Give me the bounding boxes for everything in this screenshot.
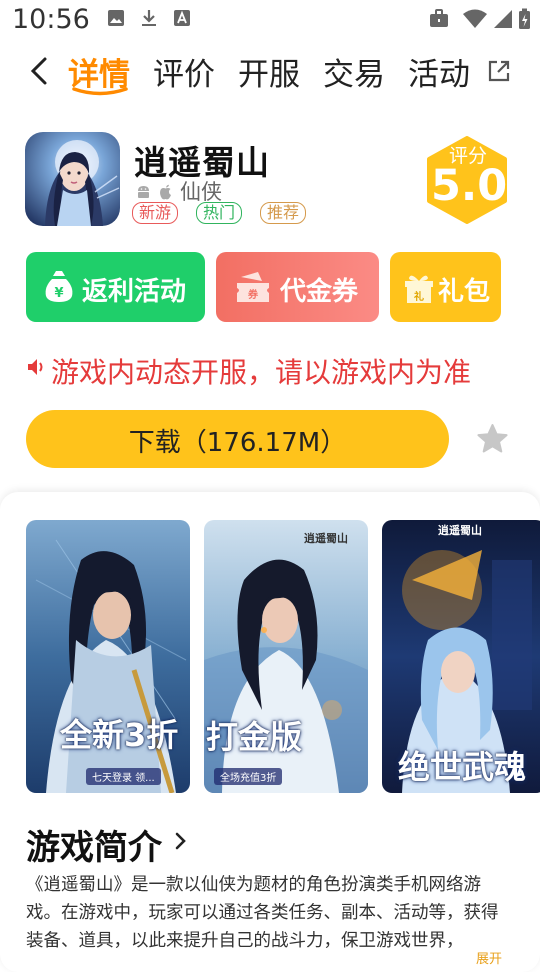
active-tab-indicator (72, 87, 128, 96)
wifi-icon (463, 9, 487, 28)
image-icon (108, 10, 124, 26)
gift-box-icon: 礼 (405, 275, 433, 303)
server-notice: 游戏内动态开服，请以游戏内为准 (51, 356, 472, 389)
share-external-icon[interactable] (487, 59, 511, 83)
chevron-right-icon[interactable] (174, 830, 188, 852)
speaker-icon (28, 359, 43, 375)
svg-text:礼: 礼 (414, 290, 424, 303)
voucher-button[interactable]: 券 代金券 (216, 252, 379, 322)
game-intro-text: 《逍遥蜀山》是一款以仙侠为题材的角色扮演类手机网络游戏。在游戏中，玩家可以通过各… (26, 875, 499, 951)
screenshot-2-logo: 逍遥蜀山 (304, 532, 348, 545)
voucher-label: 代金券 (280, 277, 359, 307)
battery-icon (519, 8, 530, 29)
tag-hot: 热门 (196, 202, 243, 224)
download-button[interactable]: 下载（176.17M） (26, 410, 449, 468)
favorite-star-icon[interactable] (476, 423, 509, 455)
game-intro-title[interactable]: 游戏简介 (26, 820, 162, 869)
game-screenshot-1[interactable]: 全新3折 七天登录 领... (26, 520, 190, 793)
gift-pack-label: 礼包 (438, 277, 491, 307)
rating-score: 5.0 (431, 161, 508, 211)
money-bag-icon: ¥ (45, 271, 73, 302)
tab-activities[interactable]: 活动 (408, 49, 470, 94)
svg-text:¥: ¥ (54, 286, 63, 301)
android-icon (138, 186, 149, 198)
status-time: 10:56 (12, 4, 90, 35)
screenshot-1-caption: 全新3折 (60, 716, 179, 754)
rebate-activity-button[interactable]: ¥ 返利活动 (26, 252, 205, 322)
screenshot-2-subcaption: 全场充值3折 (214, 768, 283, 785)
expand-intro-link[interactable]: 展开 (476, 948, 502, 967)
download-status-icon (142, 10, 156, 26)
game-screenshot-2[interactable]: 逍遥蜀山 打金版 全场充值3折 (204, 520, 368, 793)
tab-reviews[interactable]: 评价 (153, 49, 215, 94)
voucher-icon: 券 (237, 272, 269, 302)
status-bar: 10:56 (0, 0, 540, 40)
tag-recommended: 推荐 (260, 202, 307, 224)
game-app-icon (25, 132, 120, 226)
download-label: 下载（176.17M） (128, 428, 347, 458)
apple-icon (160, 184, 171, 200)
tab-servers[interactable]: 开服 (238, 49, 300, 94)
gift-pack-button[interactable]: 礼 礼包 (390, 252, 501, 322)
back-arrow-icon[interactable] (28, 56, 50, 86)
app-store-status-icon (174, 10, 190, 26)
rebate-activity-label: 返利活动 (82, 277, 187, 307)
screenshot-3-logo: 逍遥蜀山 (438, 524, 482, 537)
tag-new: 新游 (132, 202, 179, 224)
briefcase-icon (430, 9, 448, 27)
screenshot-2-caption: 打金版 (206, 718, 303, 756)
top-navigation: 详情 评价 开服 交易 活动 (0, 44, 540, 100)
game-screenshot-3[interactable]: 逍遥蜀山 绝世武魂 (382, 520, 540, 793)
screenshot-3-caption: 绝世武魂 (398, 748, 527, 786)
svg-text:券: 券 (247, 288, 259, 301)
screenshot-1-subcaption: 七天登录 领... (86, 768, 161, 785)
signal-icon (494, 10, 512, 28)
tab-trade[interactable]: 交易 (323, 49, 385, 94)
